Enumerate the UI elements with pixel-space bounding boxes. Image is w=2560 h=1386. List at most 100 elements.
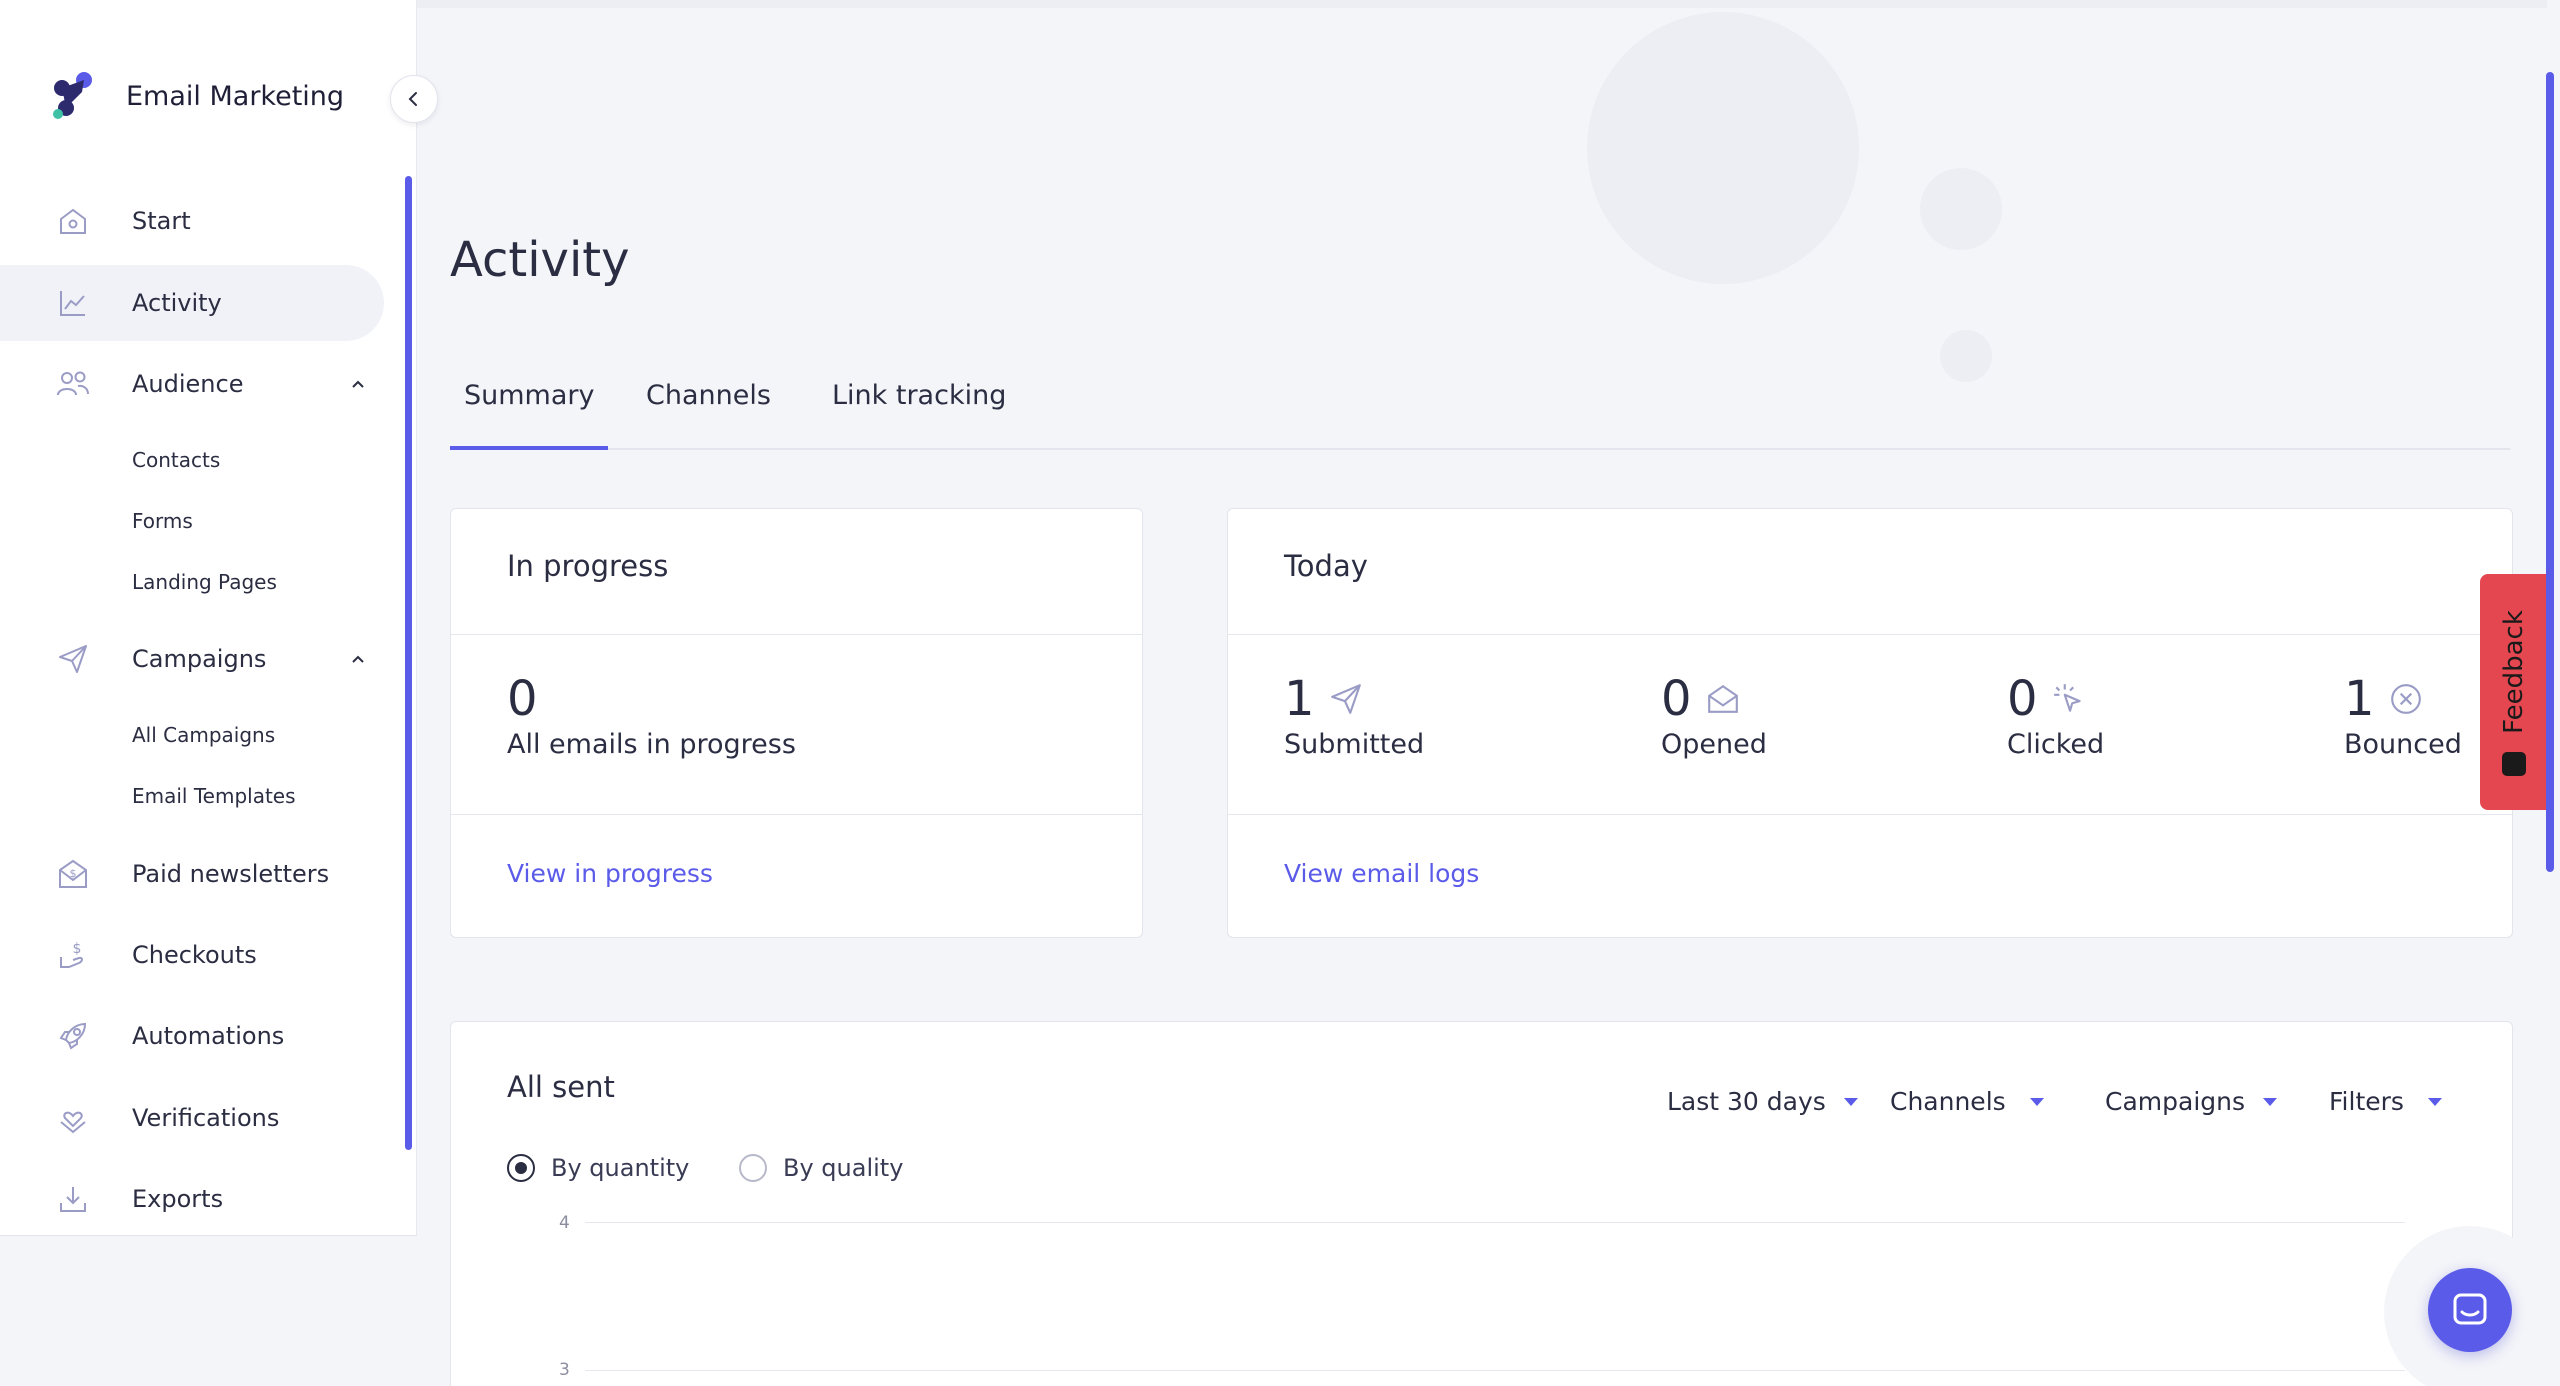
radio-by-quality[interactable]: By quality [739,1154,903,1182]
money-envelope-icon: $ [56,857,90,891]
radio-by-quantity[interactable]: By quantity [507,1154,689,1182]
metric-value: 1 [1284,671,1315,727]
view-in-progress-link[interactable]: View in progress [507,859,713,888]
feedback-tab[interactable]: Feedback [2480,574,2548,810]
click-icon [2053,684,2081,712]
in-progress-card: In progress 0 All emails in progress Vie… [450,508,1143,938]
sidebar-item-audience[interactable]: Audience [0,346,384,422]
radio-label: By quality [783,1154,904,1182]
view-email-logs-link[interactable]: View email logs [1284,859,1479,888]
caret-down-icon [2263,1097,2278,1106]
sidebar: Email Marketing Start Activity Audience … [0,0,438,1386]
card-title: Today [1284,549,1368,583]
metric-opened: 0 Opened [1661,675,1767,760]
sidebar-item-label: Campaigns [132,645,267,673]
sidebar-item-start[interactable]: Start [0,183,384,259]
all-sent-card: All sent Last 30 days Channels Campaigns… [450,1021,2513,1386]
chevron-up-icon[interactable] [348,649,368,669]
sidebar-item-label: Paid newsletters [132,860,330,888]
download-icon [56,1182,90,1216]
sidebar-subitem-forms[interactable]: Forms [132,509,193,533]
card-body: 0 All emails in progress [451,635,1142,815]
card-header: Today [1228,509,2512,635]
sidebar-item-automations[interactable]: Automations [0,998,384,1074]
chat-icon [2453,1293,2487,1325]
feedback-icon [2502,752,2526,776]
metric-in-progress: 0 All emails in progress [507,675,796,760]
gridline [585,1370,2405,1371]
dropdown-label: Last 30 days [1667,1087,1826,1116]
decorative-circle [1920,168,2002,250]
card-title: All sent [507,1070,615,1104]
paper-plane-icon [1330,684,1361,714]
metric-bounced: 1 Bounced [2344,675,2462,760]
filters-dropdown[interactable]: Filters [2329,1087,2442,1116]
metric-value: 0 [507,671,538,727]
sidebar-subitem-landing-pages[interactable]: Landing Pages [132,570,277,594]
metric-value: 0 [1661,671,1692,727]
tab-channels[interactable]: Channels [632,380,785,411]
brand[interactable]: Email Marketing [52,72,344,120]
sidebar-scrollbar[interactable] [405,176,412,1150]
metric-label: Opened [1661,729,1767,760]
gridline [585,1222,2405,1223]
metric-label: Clicked [2007,729,2105,760]
tab-summary[interactable]: Summary [450,380,609,450]
sidebar-item-paid-newsletters[interactable]: $ Paid newsletters [0,836,384,912]
radio-checked-icon [507,1154,535,1182]
paper-plane-icon [56,642,90,676]
svg-text:$: $ [73,941,82,957]
channels-dropdown[interactable]: Channels [1890,1087,2044,1116]
radio-label: By quantity [551,1154,690,1182]
metric-value: 0 [2007,671,2038,727]
heart-hand-icon [56,1101,90,1135]
app-root: Email Marketing Start Activity Audience … [0,0,2560,1386]
sidebar-subitem-contacts[interactable]: Contacts [132,448,220,472]
feedback-label: Feedback [2499,610,2529,734]
chart-icon [56,286,90,320]
chevron-left-icon [408,92,417,106]
metric-label: Bounced [2344,729,2462,760]
dropdown-label: Channels [1890,1087,2006,1116]
collapse-sidebar-button[interactable] [390,75,438,123]
brand-name: Email Marketing [126,80,345,112]
sidebar-item-label: Activity [132,289,222,317]
chat-launcher-button[interactable] [2428,1268,2512,1352]
home-icon [56,204,90,238]
sidebar-subitem-email-templates[interactable]: Email Templates [132,784,296,808]
sidebar-item-label: Start [132,207,191,235]
caret-down-icon [1843,1097,1858,1106]
card-header: In progress [451,509,1142,635]
dropdown-label: Campaigns [2105,1087,2246,1116]
sidebar-item-label: Audience [132,370,244,398]
brand-logo-icon [52,72,96,120]
metric-submitted: 1 Submitted [1284,675,1424,760]
sidebar-item-activity[interactable]: Activity [0,265,384,341]
campaigns-dropdown[interactable]: Campaigns [2105,1087,2278,1116]
sidebar-subitem-all-campaigns[interactable]: All Campaigns [132,723,275,747]
metric-label: All emails in progress [507,729,796,760]
sidebar-item-checkouts[interactable]: $ Checkouts [0,917,384,993]
y-tick-label: 3 [559,1360,570,1380]
users-icon [56,367,90,401]
sidebar-item-campaigns[interactable]: Campaigns [0,621,384,697]
sidebar-item-verifications[interactable]: Verifications [0,1080,384,1156]
open-envelope-icon [1707,684,1738,713]
sidebar-item-exports[interactable]: Exports [0,1161,384,1237]
sidebar-item-label: Automations [132,1022,285,1050]
page-scrollbar[interactable] [2546,72,2554,872]
dropdown-label: Filters [2329,1087,2404,1116]
decorative-circle [1587,12,1859,284]
page-title: Activity [450,232,630,288]
chevron-up-icon[interactable] [348,374,368,394]
card-body: 1 Submitted 0 Opened 0 Clicked 1 Bounced [1228,635,2512,815]
caret-down-icon [2029,1097,2044,1106]
tab-link-tracking[interactable]: Link tracking [818,380,1020,411]
radio-unchecked-icon [739,1154,767,1182]
y-tick-label: 4 [559,1213,570,1233]
metric-clicked: 0 Clicked [2007,675,2104,760]
tab-bar: Summary Channels Link tracking [450,364,2510,450]
rocket-icon [56,1019,90,1053]
today-card: Today 1 Submitted 0 Opened 0 Clicked 1 B… [1227,508,2513,938]
date-range-dropdown[interactable]: Last 30 days [1667,1087,1858,1116]
